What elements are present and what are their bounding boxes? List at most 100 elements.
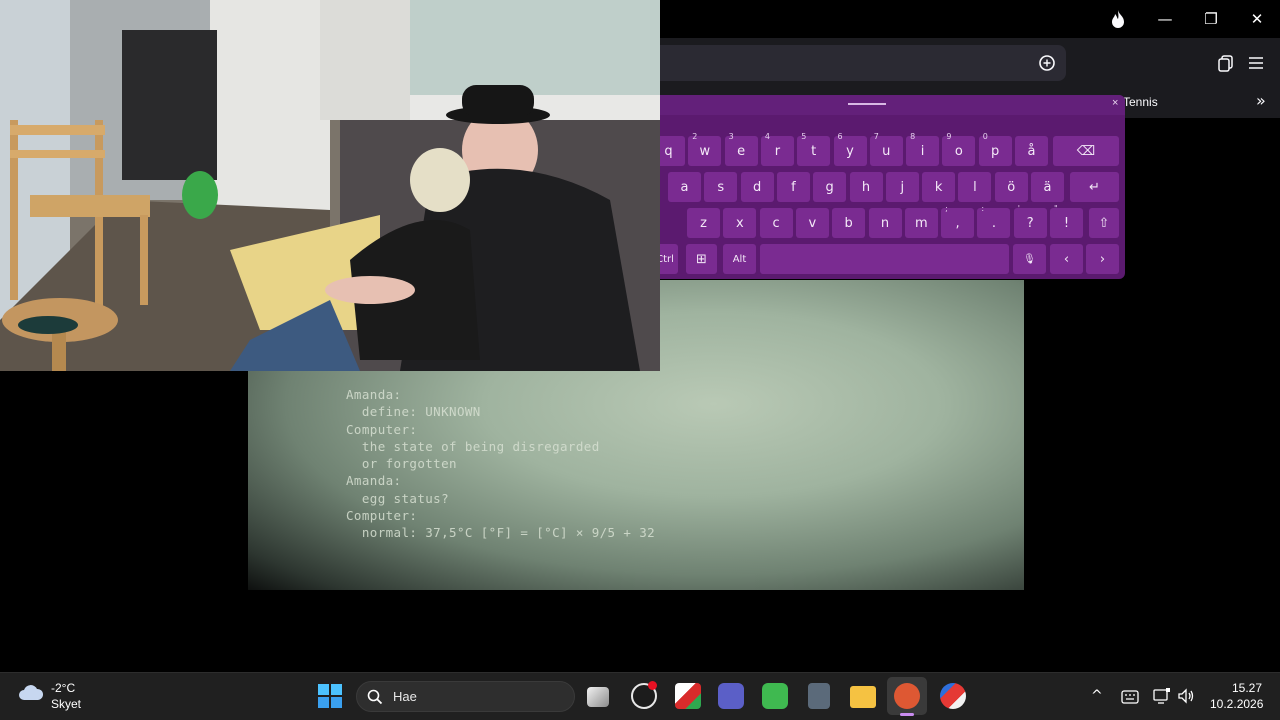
search-placeholder[interactable]: Hae — [393, 689, 417, 704]
bookmark-tennis[interactable]: Tennis — [1123, 95, 1158, 109]
key-secondary-label: 5 — [801, 132, 807, 141]
fire-icon[interactable] — [1109, 9, 1127, 29]
key-label: v — [808, 216, 817, 231]
menu-icon[interactable] — [1248, 55, 1264, 71]
key-punct[interactable]: b — [832, 208, 866, 238]
clock-date[interactable]: 10.2.2026 — [1210, 697, 1263, 711]
key-punct[interactable]: c — [759, 208, 793, 238]
shift-key[interactable]: ⇧ — [1089, 208, 1119, 238]
close-button[interactable]: ✕ — [1244, 7, 1270, 31]
key-label: ⊞ — [696, 252, 707, 267]
app-icon[interactable] — [940, 683, 966, 709]
key-punct[interactable]: x — [723, 208, 757, 238]
key-punct[interactable]: ,; — [941, 204, 975, 238]
key-s[interactable]: s — [704, 172, 738, 202]
key-label: p — [991, 144, 1000, 159]
duckduckgo-icon[interactable] — [894, 683, 920, 709]
key-secondary-label: ' — [1017, 204, 1020, 213]
weather-temperature[interactable]: -2°C — [51, 681, 75, 695]
key-punct[interactable]: z — [687, 208, 720, 238]
key-j[interactable]: j — [885, 172, 919, 202]
arrow-right-key[interactable]: › — [1086, 244, 1119, 274]
key-d[interactable]: d — [740, 172, 774, 202]
key-secondary-label: 7 — [873, 132, 879, 141]
clock-time[interactable]: 15.27 — [1232, 681, 1262, 695]
transcript-line: Amanda: — [346, 473, 402, 489]
cloud-icon[interactable] — [18, 684, 44, 702]
key-secondary-label: 3 — [728, 132, 734, 141]
key-ä[interactable]: ä — [1031, 172, 1064, 202]
key-ö[interactable]: ö — [994, 172, 1028, 202]
restore-button[interactable]: ❐ — [1198, 7, 1224, 31]
calculator-icon[interactable] — [808, 683, 830, 709]
key-q[interactable]: q — [660, 136, 685, 166]
key-f[interactable]: f — [776, 172, 810, 202]
space-key[interactable] — [760, 244, 1009, 274]
webcam-overlay[interactable] — [0, 0, 660, 371]
address-bar[interactable] — [640, 45, 1066, 81]
key-label: ? — [1026, 216, 1034, 231]
minimize-button[interactable]: — — [1152, 7, 1178, 31]
key-y[interactable]: y6 — [833, 132, 867, 166]
taskbar-search-box[interactable] — [356, 681, 575, 712]
task-view-icon[interactable] — [587, 687, 609, 707]
volume-icon[interactable] — [1177, 688, 1195, 704]
key-label: ↵ — [1089, 180, 1100, 195]
keyboard-icon[interactable] — [1121, 690, 1139, 704]
key-label: 🎙 — [1023, 254, 1036, 265]
tray-overflow-chevron[interactable]: ^ — [1091, 688, 1103, 704]
tabs-icon[interactable] — [1217, 54, 1235, 72]
windows-start-icon[interactable] — [318, 684, 342, 708]
key-g[interactable]: g — [813, 172, 847, 202]
key-p[interactable]: p0 — [978, 132, 1012, 166]
key-label: i — [920, 144, 925, 159]
key-a[interactable]: a — [668, 172, 701, 202]
alt-key[interactable]: Alt — [723, 244, 756, 274]
touch-keyboard[interactable]: × q w 2 e 3 r 4 t 5 y 6 u 7 i 8 o 9 p 0 å ⌫ a s d f g h j k l ö ä ↵ z x c v b… — [660, 95, 1125, 279]
circle-app-icon[interactable] — [718, 683, 744, 709]
windows-key[interactable]: ⊞ — [686, 244, 717, 274]
key-w[interactable]: w2 — [688, 132, 722, 166]
chart-app-icon[interactable] — [762, 683, 788, 709]
file-explorer-icon[interactable] — [850, 686, 876, 708]
key-k[interactable]: k — [922, 172, 956, 202]
key-r[interactable]: r4 — [760, 132, 794, 166]
media-app-icon[interactable] — [675, 683, 701, 709]
key-label: Ctrl — [660, 254, 674, 265]
keyboard-close-button[interactable]: × — [1112, 97, 1118, 109]
key-u[interactable]: u7 — [869, 132, 903, 166]
key-punct[interactable]: .: — [977, 204, 1011, 238]
key-secondary-label: : — [981, 204, 985, 213]
key-t[interactable]: t5 — [797, 132, 831, 166]
key-punct[interactable]: v — [795, 208, 829, 238]
key-punct[interactable]: ! " — [1050, 204, 1083, 238]
key-punct[interactable]: m — [904, 208, 938, 238]
key-punct[interactable]: n — [868, 208, 902, 238]
key-punct[interactable]: ? ' — [1013, 204, 1047, 238]
bookmarks-overflow-button[interactable]: » — [1256, 91, 1266, 110]
key-l[interactable]: l — [958, 172, 992, 202]
ctrl-key[interactable]: Ctrl — [660, 244, 678, 274]
keyboard-grip[interactable] — [848, 103, 886, 105]
chat-icon[interactable] — [1038, 54, 1056, 72]
weather-condition[interactable]: Skyet — [51, 697, 81, 711]
key-label: › — [1099, 252, 1106, 267]
key-å[interactable]: å — [1015, 136, 1048, 166]
key-label: ö — [1007, 180, 1016, 195]
webcam-feed-image — [0, 0, 660, 371]
network-icon[interactable] — [1153, 688, 1171, 704]
key-h[interactable]: h — [849, 172, 883, 202]
key-o[interactable]: o9 — [942, 132, 976, 166]
key-i[interactable]: i8 — [906, 132, 940, 166]
transcript-line: Amanda: — [346, 387, 402, 402]
microphone-key[interactable]: 🎙 — [1013, 244, 1046, 274]
keyboard-drag-bar[interactable] — [660, 95, 1125, 115]
arrow-left-key[interactable]: ‹ — [1050, 244, 1083, 274]
key-secondary-label: ; — [945, 204, 948, 213]
key-label: , — [955, 216, 960, 231]
key-e[interactable]: e3 — [724, 132, 758, 166]
search-icon — [367, 689, 383, 705]
enter-key[interactable]: ↵ — [1070, 172, 1119, 202]
key-secondary-label: 4 — [764, 132, 770, 141]
backspace-key[interactable]: ⌫ — [1053, 136, 1119, 166]
